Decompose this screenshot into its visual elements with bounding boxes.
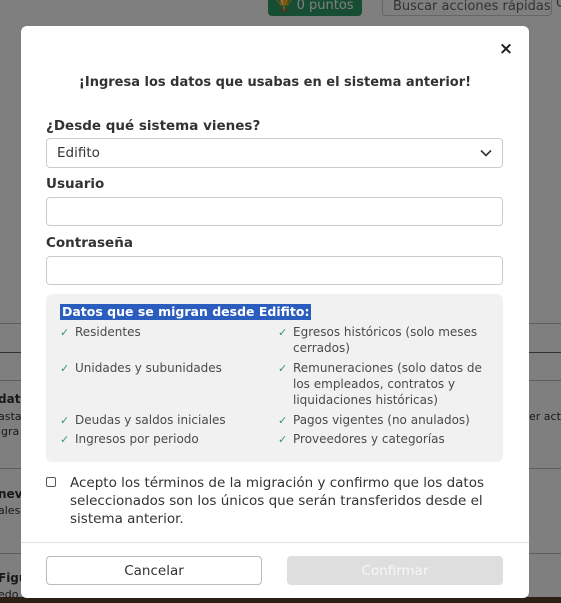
system-label: ¿Desde qué sistema vienes? [46, 118, 261, 134]
footer-divider [21, 542, 529, 543]
system-select-value: Edifito [57, 145, 100, 161]
password-label: Contraseña [46, 235, 133, 251]
list-item: ✓ Egresos históricos (solo meses cerrado… [278, 325, 478, 355]
list-item: ✓ Proveedores y categorías [278, 432, 445, 446]
check-icon: ✓ [278, 433, 288, 446]
list-item: ✓ Deudas y saldos iniciales [60, 413, 226, 427]
password-input[interactable] [46, 256, 503, 285]
check-icon: ✓ [278, 414, 288, 427]
check-icon: ✓ [278, 326, 288, 339]
list-item: ✓ Unidades y subunidades [60, 361, 222, 375]
list-item: ✓ Ingresos por periodo [60, 432, 199, 446]
list-item: ✓ Pagos vigentes (no anulados) [278, 413, 470, 427]
user-input[interactable] [46, 197, 503, 226]
migrated-data-title: Datos que se migran desde Edifito: [60, 304, 312, 320]
close-icon[interactable]: × [497, 40, 515, 58]
check-icon: ✓ [60, 414, 70, 427]
check-icon: ✓ [278, 362, 288, 375]
user-label: Usuario [46, 176, 105, 192]
chevron-down-icon [480, 149, 492, 157]
check-icon: ✓ [60, 326, 70, 339]
migrated-data-panel: Datos que se migran desde Edifito: ✓ Res… [46, 294, 503, 462]
list-item: ✓ Remuneraciones (solo datos de los empl… [278, 361, 482, 407]
check-icon: ✓ [60, 433, 70, 446]
check-icon: ✓ [60, 362, 70, 375]
terms-checkbox[interactable] [46, 477, 56, 487]
confirm-button[interactable]: Confirmar [287, 556, 503, 585]
list-item: ✓ Residentes [60, 325, 141, 339]
system-select[interactable]: Edifito [46, 138, 503, 168]
migration-modal: × ¡Ingresa los datos que usabas en el si… [21, 26, 529, 598]
cancel-button[interactable]: Cancelar [46, 556, 262, 585]
modal-title: ¡Ingresa los datos que usabas en el sist… [78, 75, 472, 90]
terms-text: Acepto los términos de la migración y co… [70, 475, 485, 527]
